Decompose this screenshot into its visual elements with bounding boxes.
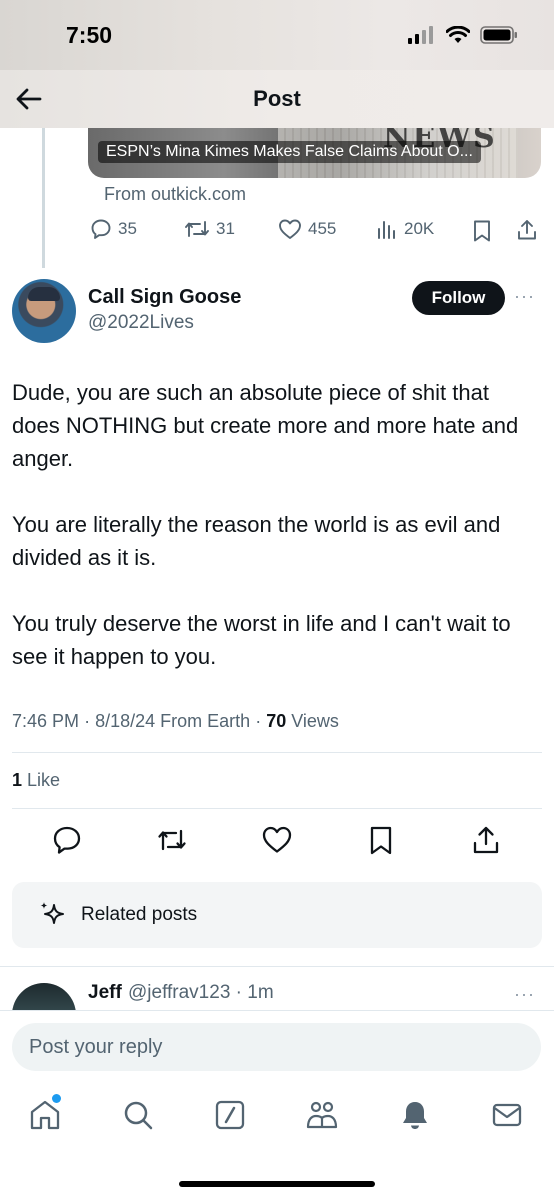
status-icons xyxy=(408,26,518,44)
post-meta: 7:46 PM · 8/18/24 From Earth · 70 Views xyxy=(12,711,339,732)
grok-icon[interactable] xyxy=(213,1098,247,1132)
share-icon[interactable] xyxy=(470,824,502,856)
post-views-count[interactable]: 70 xyxy=(266,711,286,731)
avatar[interactable] xyxy=(12,279,76,343)
post-actions xyxy=(0,824,554,860)
post-time: 7:46 PM xyxy=(12,711,80,731)
reply-stat[interactable]: 35 xyxy=(90,218,137,240)
related-posts-label: Related posts xyxy=(81,904,198,925)
search-icon[interactable] xyxy=(121,1098,155,1132)
home-icon[interactable] xyxy=(28,1098,62,1132)
like-stat[interactable]: 455 xyxy=(278,218,336,240)
follow-button[interactable]: Follow xyxy=(412,281,505,315)
communities-icon[interactable] xyxy=(305,1098,339,1132)
link-card-headline: ESPN’s Mina Kimes Makes False Claims Abo… xyxy=(98,141,481,163)
meta-separator: · xyxy=(255,711,267,731)
repost-count: 31 xyxy=(216,219,235,238)
reply-more-options-icon[interactable]: ··· xyxy=(514,984,535,1005)
link-source[interactable]: From outkick.com xyxy=(104,184,246,205)
divider xyxy=(12,752,542,753)
more-options-icon[interactable]: ··· xyxy=(514,286,535,307)
post-paragraph: Dude, you are such an absolute piece of … xyxy=(12,380,519,471)
messages-icon[interactable] xyxy=(490,1098,524,1132)
divider xyxy=(12,808,542,809)
handle[interactable]: @2022Lives xyxy=(88,312,194,334)
post-paragraph: You truly deserve the worst in life and … xyxy=(12,611,511,669)
likes-count: 1 xyxy=(12,770,23,790)
post-views-label: Views xyxy=(291,711,339,731)
views-stat[interactable]: 20K xyxy=(376,218,434,240)
analytics-icon xyxy=(378,221,395,239)
bottom-tab-bar xyxy=(0,1090,554,1150)
related-posts-button[interactable]: Related posts xyxy=(12,882,542,948)
views-count: 20K xyxy=(404,219,435,238)
link-card[interactable]: NEWS ESPN’s Mina Kimes Makes False Claim… xyxy=(88,128,541,178)
page-title: Post xyxy=(253,86,301,111)
reply-handle[interactable]: @jeffrav123 · 1m xyxy=(128,982,274,1004)
repost-stat[interactable]: 31 xyxy=(184,218,235,240)
divider xyxy=(0,966,554,967)
reply-icon xyxy=(91,219,111,239)
likes-summary[interactable]: 1 Like xyxy=(12,770,60,791)
likes-label: Like xyxy=(27,770,61,790)
home-notification-dot xyxy=(52,1094,61,1103)
reply-composer xyxy=(0,1010,554,1090)
quoted-stats-row: 35 31 455 20K xyxy=(88,218,543,244)
repost-icon xyxy=(185,221,209,237)
like-icon xyxy=(279,219,301,239)
notifications-icon[interactable] xyxy=(398,1098,432,1132)
status-time: 7:50 xyxy=(66,22,113,48)
bookmark-icon[interactable] xyxy=(365,824,397,856)
bookmark-icon[interactable] xyxy=(471,219,493,243)
nav-bar: Post xyxy=(0,70,554,128)
display-name[interactable]: Call Sign Goose xyxy=(88,286,241,309)
like-count: 455 xyxy=(308,219,337,238)
post-paragraph: You are literally the reason the world i… xyxy=(12,512,501,570)
cellular-signal-icon xyxy=(408,26,433,44)
post-body: Dude, you are such an absolute piece of … xyxy=(12,376,542,706)
home-indicator[interactable] xyxy=(179,1181,375,1187)
post-source-label: From Earth xyxy=(160,711,251,731)
repost-icon[interactable] xyxy=(156,824,188,856)
meta-separator: · xyxy=(84,711,96,731)
battery-icon xyxy=(480,26,517,44)
status-bar: 7:50 xyxy=(0,0,554,70)
like-icon[interactable] xyxy=(261,824,293,856)
reply-count: 35 xyxy=(118,219,137,238)
thread-connector xyxy=(42,128,45,268)
reply-icon[interactable] xyxy=(51,824,83,856)
post-date: 8/18/24 xyxy=(95,711,156,731)
reply-input[interactable] xyxy=(12,1023,541,1071)
wifi-icon xyxy=(446,26,470,43)
sparkle-icon xyxy=(40,902,64,924)
share-icon[interactable] xyxy=(515,218,539,242)
reply-display-name[interactable]: Jeff xyxy=(88,982,122,1004)
